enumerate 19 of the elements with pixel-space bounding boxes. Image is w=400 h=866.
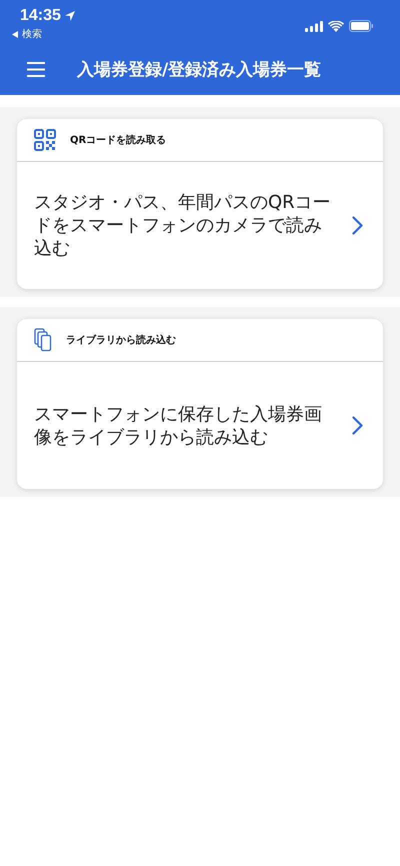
page-title: 入場券登録/登録済み入場券一覧 xyxy=(77,58,322,80)
chevron-right-icon xyxy=(352,216,363,235)
card-description: スマートフォンに保存した入場券画像をライブラリから読み込む xyxy=(34,402,323,448)
signal-icon xyxy=(305,20,323,32)
menu-icon[interactable] xyxy=(27,62,45,76)
option-card[interactable]: ライブラリから読み込む スマートフォンに保存した入場券画像をライブラリから読み込む xyxy=(17,319,383,489)
card-description: スタジオ・パス、年間パスのQRコードをスマートフォンのカメラで読み込む xyxy=(34,191,332,260)
back-arrow-icon xyxy=(12,30,18,38)
qr-code-icon xyxy=(34,129,56,151)
phones-icon xyxy=(34,328,52,352)
location-arrow-icon xyxy=(64,11,75,21)
wifi-icon xyxy=(328,20,344,32)
card-title: ライブラリから読み込む xyxy=(66,334,176,347)
option-card[interactable]: QRコードを読み取る スタジオ・パス、年間パスのQRコードをスマートフォンのカメラで読み込む xyxy=(17,119,383,289)
status-time: 14:35 xyxy=(20,7,61,25)
back-link[interactable]: 検索 xyxy=(12,27,75,41)
battery-icon xyxy=(349,20,374,32)
chevron-right-icon xyxy=(352,416,363,435)
card-title: QRコードを読み取る xyxy=(70,134,166,147)
